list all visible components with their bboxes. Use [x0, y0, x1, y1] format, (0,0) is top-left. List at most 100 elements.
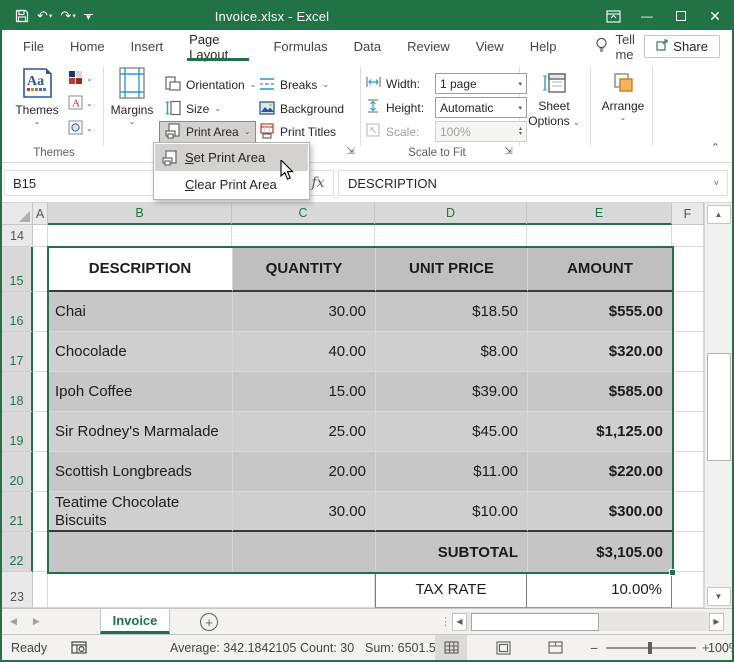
cell-F20[interactable] [672, 452, 704, 492]
arrange-button[interactable]: Arrange ⌄ [598, 67, 648, 121]
theme-colors-button[interactable]: ⌄ [66, 68, 95, 90]
cell-E16[interactable]: $555.00 [527, 292, 672, 332]
sheet-nav-right-icon[interactable]: ▶ [25, 616, 48, 627]
cell-F23[interactable] [672, 572, 704, 608]
cell-D17[interactable]: $8.00 [375, 332, 527, 372]
cell-F16[interactable] [672, 292, 704, 332]
status-sum[interactable]: Sum: 6501.5 [365, 641, 436, 655]
scroll-up-icon[interactable]: ▲ [707, 205, 731, 224]
tab-home[interactable]: Home [57, 30, 118, 63]
cell-D16[interactable]: $18.50 [375, 292, 527, 332]
column-header-D[interactable]: D [375, 203, 527, 225]
formula-bar-expand-icon[interactable]: ˅ [714, 178, 719, 188]
cell-E17[interactable]: $320.00 [527, 332, 672, 372]
background-button[interactable]: Background [254, 98, 349, 120]
cell-B18[interactable]: Ipoh Coffee [48, 372, 232, 412]
row-header-16[interactable]: 16 [2, 292, 33, 332]
cell-A21[interactable] [33, 492, 48, 532]
tab-review[interactable]: Review [394, 30, 463, 63]
tell-me-box[interactable]: Tell me [595, 32, 644, 62]
cell-C23[interactable] [232, 572, 375, 608]
page-setup-dialog-launcher[interactable]: ⇲ [344, 146, 357, 159]
column-header-B[interactable]: B [48, 203, 232, 225]
cell-F15[interactable] [672, 247, 704, 292]
margins-button[interactable]: Margins ⌄ [108, 67, 156, 125]
zoom-out-icon[interactable]: − [590, 640, 598, 656]
row-header-20[interactable]: 20 [2, 452, 33, 492]
cell-C22[interactable] [232, 532, 375, 572]
customize-qat-button[interactable]: ▾ [81, 14, 96, 19]
status-average[interactable]: Average: 342.1842105 [170, 641, 296, 655]
cell-F17[interactable] [672, 332, 704, 372]
tab-view[interactable]: View [463, 30, 517, 63]
cell-D22[interactable]: SUBTOTAL [375, 532, 527, 572]
cell-C15[interactable]: QUANTITY [232, 247, 375, 292]
row-header-15[interactable]: 15 [2, 247, 33, 292]
column-header-E[interactable]: E [527, 203, 672, 225]
cell-B23[interactable] [48, 572, 232, 608]
normal-view-button[interactable] [435, 635, 467, 660]
theme-effects-button[interactable]: ⌄ [66, 118, 95, 140]
tab-formulas[interactable]: Formulas [260, 30, 340, 63]
cell-E15[interactable]: AMOUNT [527, 247, 672, 292]
maximize-button[interactable] [664, 2, 698, 30]
theme-fonts-button[interactable]: A ⌄ [66, 93, 95, 115]
cell-C14[interactable] [232, 225, 375, 247]
cell-A17[interactable] [33, 332, 48, 372]
themes-button[interactable]: Aa Themes ⌄ [10, 67, 64, 125]
vertical-scroll-thumb[interactable] [707, 353, 731, 461]
cell-A23[interactable] [33, 572, 48, 608]
row-header-19[interactable]: 19 [2, 412, 33, 452]
cell-D19[interactable]: $45.00 [375, 412, 527, 452]
sheet-nav-left-icon[interactable]: ◀ [2, 616, 25, 627]
width-combobox[interactable]: 1 page▾ [435, 73, 527, 94]
ribbon-display-options-button[interactable] [596, 2, 630, 30]
column-header-F[interactable]: F [672, 203, 704, 225]
cell-C18[interactable]: 15.00 [232, 372, 375, 412]
save-icon[interactable] [12, 9, 32, 23]
row-header-14[interactable]: 14 [2, 225, 33, 247]
formula-input[interactable]: DESCRIPTION ˅ [338, 170, 728, 196]
tab-data[interactable]: Data [341, 30, 394, 63]
cell-E20[interactable]: $220.00 [527, 452, 672, 492]
height-combobox[interactable]: Automatic▾ [435, 97, 527, 118]
tab-file[interactable]: File [10, 30, 57, 63]
size-button[interactable]: Size ⌄ [160, 98, 226, 120]
undo-button[interactable]: ↶▾ [34, 8, 55, 24]
share-button[interactable]: Share [644, 35, 720, 58]
row-header-22[interactable]: 22 [2, 532, 33, 572]
cell-E14[interactable] [527, 225, 672, 247]
horizontal-scrollbar[interactable]: ◀ ▶ [452, 612, 724, 631]
cell-F14[interactable] [672, 225, 704, 247]
horizontal-scroll-thumb[interactable] [471, 613, 599, 631]
cell-B16[interactable]: Chai [48, 292, 232, 332]
cell-B19[interactable]: Sir Rodney's Marmalade [48, 412, 232, 452]
cell-D20[interactable]: $11.00 [375, 452, 527, 492]
cell-A16[interactable] [33, 292, 48, 332]
cell-B21[interactable]: Teatime Chocolate Biscuits [48, 492, 232, 532]
cell-B15-active[interactable]: DESCRIPTION [48, 247, 232, 292]
cell-A15[interactable] [33, 247, 48, 292]
cell-F18[interactable] [672, 372, 704, 412]
cell-B20[interactable]: Scottish Longbreads [48, 452, 232, 492]
page-break-preview-button[interactable] [539, 635, 571, 660]
scroll-left-icon[interactable]: ◀ [452, 613, 467, 631]
cell-D15[interactable]: UNIT PRICE [375, 247, 527, 292]
vertical-scrollbar[interactable]: ▲ ▼ [704, 203, 732, 608]
cell-E19[interactable]: $1,125.00 [527, 412, 672, 452]
cell-E23[interactable]: 10.00% [527, 572, 672, 608]
cell-C21[interactable]: 30.00 [232, 492, 375, 532]
redo-button[interactable]: ↷▾ [57, 8, 78, 24]
cell-C16[interactable]: 30.00 [232, 292, 375, 332]
redo-caret-icon[interactable]: ▾ [72, 12, 76, 20]
cell-A18[interactable] [33, 372, 48, 412]
cell-B17[interactable]: Chocolade [48, 332, 232, 372]
cell-E18[interactable]: $585.00 [527, 372, 672, 412]
macro-record-icon[interactable] [71, 641, 87, 654]
cell-B22[interactable] [48, 532, 232, 572]
sheet-tab-invoice[interactable]: Invoice [100, 609, 170, 634]
menu-item-clear-print-area[interactable]: Clear Print Area [155, 171, 308, 198]
cell-D21[interactable]: $10.00 [375, 492, 527, 532]
tab-page-layout[interactable]: Page Layout [176, 30, 260, 63]
cell-A19[interactable] [33, 412, 48, 452]
